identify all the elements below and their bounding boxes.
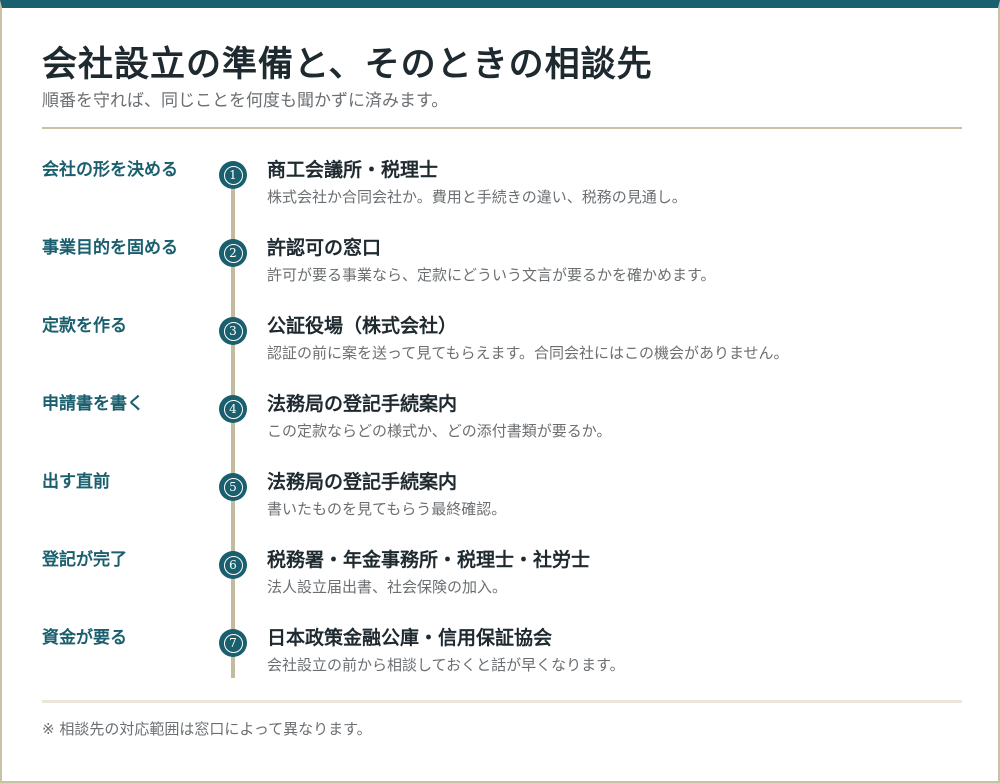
step-5: 出す直前 5 法務局の登記手続案内 書いたものを見てもらう最終確認。 [2, 467, 1000, 545]
step-number: 5 [223, 477, 243, 497]
step-office: 税務署・年金事務所・税理士・社労士 [267, 549, 591, 571]
step-label: 会社の形を決める [42, 160, 178, 180]
step-number-badge: 5 [219, 473, 247, 501]
step-office: 日本政策金融公庫・信用保証協会 [267, 627, 553, 649]
step-number: 6 [223, 555, 243, 575]
step-office: 法務局の登記手続案内 [267, 471, 458, 493]
step-description: 会社設立の前から相談しておくと話が早くなります。 [267, 656, 625, 674]
step-3: 定款を作る 3 公証役場（株式会社） 認証の前に案を送って見てもらえます。合同会… [2, 311, 1000, 389]
step-number-badge: 6 [219, 551, 247, 579]
step-description: 書いたものを見てもらう最終確認。 [267, 500, 507, 518]
step-number: 7 [223, 633, 243, 653]
step-2: 事業目的を固める 2 許認可の窓口 許可が要る事業なら、定款にどういう文言が要る… [2, 233, 1000, 311]
footer-divider [42, 700, 962, 703]
header-divider [42, 127, 962, 129]
page-title: 会社設立の準備と、そのときの相談先 [42, 44, 653, 85]
step-description: 認証の前に案を送って見てもらえます。合同会社にはこの機会がありません。 [267, 344, 789, 362]
step-label: 登記が完了 [42, 550, 127, 570]
step-office: 公証役場（株式会社） [267, 315, 458, 337]
step-label: 定款を作る [42, 316, 127, 336]
page-frame: 会社設立の準備と、そのときの相談先 順番を守れば、同じことを何度も聞かずに済みま… [0, 0, 1000, 783]
step-number-badge: 3 [219, 317, 247, 345]
step-number-badge: 1 [219, 161, 247, 189]
step-label: 事業目的を固める [42, 238, 178, 258]
step-number-badge: 4 [219, 395, 247, 423]
step-description: 許可が要る事業なら、定款にどういう文言が要るかを確かめます。 [267, 266, 716, 284]
step-number: 4 [223, 399, 243, 419]
step-7: 資金が要る 7 日本政策金融公庫・信用保証協会 会社設立の前から相談しておくと話… [2, 623, 1000, 701]
step-4: 申請書を書く 4 法務局の登記手続案内 この定款ならどの様式か、どの添付書類が要… [2, 389, 1000, 467]
step-6: 登記が完了 6 税務署・年金事務所・税理士・社労士 法人設立届出書、社会保険の加… [2, 545, 1000, 623]
step-number-badge: 2 [219, 239, 247, 267]
step-number: 2 [223, 243, 243, 263]
step-office: 法務局の登記手続案内 [267, 393, 458, 415]
step-office: 許認可の窓口 [267, 237, 382, 259]
step-number: 3 [223, 321, 243, 341]
footnote: ※ 相談先の対応範囲は窓口によって異なります。 [42, 720, 372, 738]
step-description: 株式会社か合同会社か。費用と手続きの違い、税務の見通し。 [267, 188, 687, 206]
step-label: 出す直前 [42, 472, 110, 492]
step-label: 申請書を書く [42, 394, 144, 414]
step-number-badge: 7 [219, 629, 247, 657]
step-1: 会社の形を決める 1 商工会議所・税理士 株式会社か合同会社か。費用と手続きの違… [2, 155, 1000, 233]
step-description: この定款ならどの様式か、どの添付書類が要るか。 [267, 422, 612, 440]
step-office: 商工会議所・税理士 [267, 159, 439, 181]
page-subtitle: 順番を守れば、同じことを何度も聞かずに済みます。 [42, 91, 449, 111]
step-label: 資金が要る [42, 628, 127, 648]
step-description: 法人設立届出書、社会保険の加入。 [267, 578, 508, 596]
step-number: 1 [223, 165, 243, 185]
